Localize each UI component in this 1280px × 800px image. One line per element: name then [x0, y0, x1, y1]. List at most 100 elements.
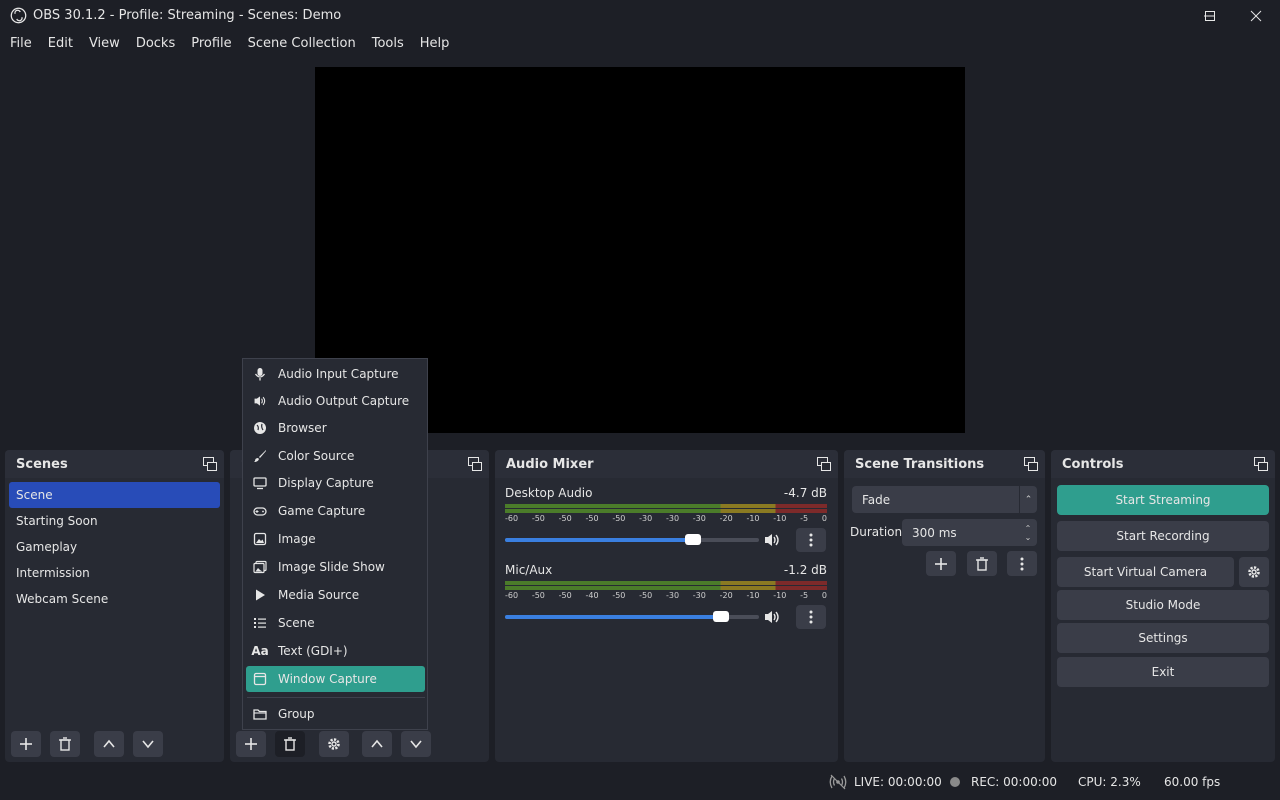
- menu-item-color-source[interactable]: Color Source: [246, 443, 425, 469]
- menu-item-text-gdi[interactable]: Aa Text (GDI+): [246, 638, 425, 664]
- undock-icon[interactable]: [467, 456, 483, 472]
- start-streaming-button[interactable]: Start Streaming: [1057, 485, 1269, 515]
- plus-icon: [245, 738, 257, 750]
- globe-icon: [252, 420, 268, 436]
- scene-list-item[interactable]: Gameplay: [9, 534, 220, 560]
- desktop-audio-menu-button[interactable]: [796, 528, 826, 552]
- meter-ticks: -60 -50 -50 -50 -50 -30 -30 -30 -20 -10 -10 -5 0: [505, 514, 827, 523]
- controls-title: Controls: [1062, 456, 1124, 472]
- remove-source-button[interactable]: [275, 731, 305, 757]
- image-icon: [252, 531, 268, 547]
- source-properties-button[interactable]: [319, 731, 349, 757]
- move-scene-down-button[interactable]: [133, 731, 163, 757]
- volume-slider[interactable]: [505, 534, 759, 545]
- volume-slider-knob[interactable]: [712, 611, 729, 622]
- menu-item-media-source[interactable]: Media Source: [246, 582, 425, 608]
- channel-name: Mic/Aux: [505, 563, 553, 577]
- start-recording-button[interactable]: Start Recording: [1057, 521, 1269, 551]
- volume-meter: [505, 504, 827, 513]
- trash-icon: [976, 556, 988, 571]
- volume-slider[interactable]: [505, 611, 759, 622]
- chevron-down-icon: [410, 740, 422, 749]
- menu-item-scene[interactable]: Scene: [246, 610, 425, 636]
- add-source-button[interactable]: [236, 731, 266, 757]
- duration-spinbox[interactable]: 300 ms ⌃ ⌄: [902, 519, 1037, 546]
- menu-item-game-capture[interactable]: Game Capture: [246, 498, 425, 524]
- plus-icon: [20, 738, 32, 750]
- obs-logo-icon: [10, 7, 27, 24]
- mic-aux-menu-button[interactable]: [796, 605, 826, 629]
- move-source-up-button[interactable]: [362, 731, 392, 757]
- settings-button[interactable]: Settings: [1057, 623, 1269, 653]
- menu-item-image-slide-show[interactable]: Image Slide Show: [246, 554, 425, 580]
- undock-icon[interactable]: [816, 456, 832, 472]
- undock-icon[interactable]: [202, 456, 218, 472]
- channel-name: Desktop Audio: [505, 486, 593, 500]
- virtual-camera-settings-button[interactable]: [1239, 557, 1269, 587]
- menu-item-group[interactable]: Group: [246, 701, 425, 727]
- speaker-icon[interactable]: [763, 532, 781, 548]
- menu-tools[interactable]: Tools: [364, 32, 412, 56]
- window-icon: [252, 671, 268, 687]
- spin-arrows-icon[interactable]: ⌃ ⌄: [1019, 519, 1037, 546]
- transition-select[interactable]: Fade ⌃: [852, 486, 1037, 513]
- updown-icon: ⌃: [1019, 486, 1037, 513]
- menu-help[interactable]: Help: [412, 32, 458, 56]
- scene-list-item[interactable]: Webcam Scene: [9, 586, 220, 612]
- menu-bar: File Edit View Docks Profile Scene Colle…: [0, 32, 1280, 56]
- gear-icon: [328, 738, 340, 750]
- menu-file[interactable]: File: [2, 32, 40, 56]
- scene-list-item[interactable]: Intermission: [9, 560, 220, 586]
- undock-icon[interactable]: [1023, 456, 1039, 472]
- more-vertical-icon: [809, 533, 813, 547]
- play-icon: [252, 587, 268, 603]
- monitor-icon: [252, 475, 268, 491]
- add-transition-button[interactable]: [926, 551, 956, 576]
- minimize-button-alt: [1140, 0, 1186, 32]
- add-scene-button[interactable]: [11, 731, 41, 757]
- studio-mode-button[interactable]: Studio Mode: [1057, 590, 1269, 620]
- meter-ticks: -60 -50 -50 -40 -50 -50 -30 -30 -20 -10 -10 -5 0: [505, 591, 827, 600]
- undock-icon[interactable]: [1253, 456, 1269, 472]
- speaker-icon: [252, 393, 268, 409]
- remove-transition-button[interactable]: [967, 551, 997, 576]
- speaker-icon[interactable]: [763, 609, 781, 625]
- scene-transitions-title: Scene Transitions: [855, 456, 985, 472]
- menu-view[interactable]: View: [81, 32, 128, 56]
- trash-icon: [59, 737, 71, 751]
- title-bar: OBS 30.1.2 - Profile: Streaming - Scenes…: [0, 0, 1280, 32]
- duration-value: 300 ms: [912, 525, 957, 540]
- chevron-up-icon: [371, 739, 383, 748]
- text-icon: Aa: [251, 644, 269, 658]
- status-bar: LIVE: 00:00:00 REC: 00:00:00 CPU: 2.3% 6…: [0, 768, 1280, 800]
- transition-menu-button[interactable]: [1007, 551, 1037, 576]
- remove-scene-button[interactable]: [50, 731, 80, 757]
- scenes-dock: Scenes Scene Starting Soon Gameplay Inte…: [5, 450, 224, 762]
- menu-item-display-capture[interactable]: Display Capture: [246, 470, 425, 496]
- menu-item-audio-input-capture[interactable]: Audio Input Capture: [246, 361, 425, 387]
- more-vertical-icon: [809, 610, 813, 624]
- menu-item-image[interactable]: Image: [246, 526, 425, 552]
- menu-edit[interactable]: Edit: [40, 32, 81, 56]
- move-source-down-button[interactable]: [401, 731, 431, 757]
- window-title: OBS 30.1.2 - Profile: Streaming - Scenes…: [33, 8, 342, 23]
- menu-scene-collection[interactable]: Scene Collection: [240, 32, 364, 56]
- menu-item-browser[interactable]: Browser: [246, 415, 425, 441]
- start-virtual-camera-button[interactable]: Start Virtual Camera: [1057, 557, 1234, 587]
- plus-icon: [935, 557, 947, 570]
- scene-list-item[interactable]: Starting Soon: [9, 508, 220, 534]
- close-button[interactable]: [1233, 0, 1279, 32]
- move-scene-up-button[interactable]: [94, 731, 124, 757]
- volume-slider-knob[interactable]: [684, 534, 701, 545]
- menu-separator: [247, 697, 425, 698]
- exit-button[interactable]: Exit: [1057, 657, 1269, 687]
- live-status: LIVE: 00:00:00: [854, 775, 942, 789]
- transition-value: Fade: [862, 492, 891, 507]
- trash-icon: [284, 737, 296, 751]
- menu-item-audio-output-capture[interactable]: Audio Output Capture: [246, 388, 425, 414]
- scene-list-item[interactable]: Scene: [9, 482, 220, 508]
- menu-profile[interactable]: Profile: [183, 32, 239, 56]
- menu-item-window-capture[interactable]: Window Capture: [246, 666, 425, 692]
- maximize-button[interactable]: [1187, 0, 1233, 32]
- menu-docks[interactable]: Docks: [128, 32, 183, 56]
